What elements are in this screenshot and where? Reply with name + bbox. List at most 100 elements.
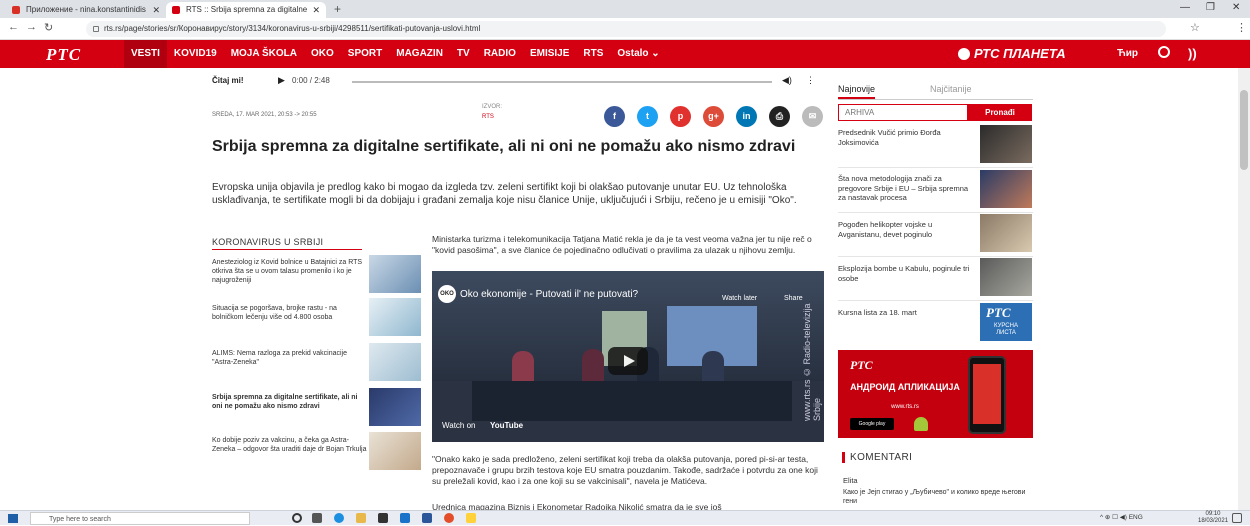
menu-item-rts[interactable]: RTS xyxy=(576,40,610,68)
menu-item-sport[interactable]: SPORT xyxy=(341,40,389,68)
youtube-video-embed[interactable]: OKO Oko ekonomije - Putovati il' ne puto… xyxy=(432,271,824,442)
windows-start-icon[interactable] xyxy=(8,514,18,523)
url-text: rts.rs/page/stories/sr/Коронавирус/story… xyxy=(104,24,481,33)
sidebar-news-item[interactable]: Pogođen helikopter vojske u Avganistanu,… xyxy=(838,220,976,239)
youtube-logo[interactable]: YouTube xyxy=(490,421,523,430)
google-play-badge[interactable]: Google play xyxy=(850,418,894,430)
android-app-ad[interactable]: РТС АНДРОИД АПЛИКАЦИЈА www.rts.rs Google… xyxy=(838,350,1033,438)
googleplus-share-icon[interactable]: g+ xyxy=(703,106,724,127)
menu-item-emisije[interactable]: EMISIJE xyxy=(523,40,576,68)
browser-tab-gmail[interactable]: Приложение - nina.konstantinidis ✕ xyxy=(6,2,166,18)
rts-planeta-link[interactable]: РТС ПЛАНЕТА xyxy=(958,46,1066,61)
volume-icon[interactable]: ◀) xyxy=(782,75,792,86)
cortana-icon[interactable] xyxy=(292,513,302,523)
mail-icon[interactable] xyxy=(400,513,410,523)
new-tab-icon[interactable]: + xyxy=(334,2,341,16)
channel-avatar[interactable]: OKO xyxy=(438,285,456,303)
watch-later-button[interactable]: Watch later xyxy=(722,295,757,302)
menu-item-magazin[interactable]: MAGAZIN xyxy=(389,40,450,68)
photos-icon[interactable] xyxy=(466,513,476,523)
system-tray[interactable]: ^ ⊕ ☐ ◀) ENG xyxy=(1100,513,1143,521)
site-header: РТС VESTI KOVID19 MOJA ŠKOLA OKO SPORT M… xyxy=(0,40,1250,68)
sidebar-news-thumbnail[interactable] xyxy=(980,258,1032,296)
tab-most-read[interactable]: Najčitanije xyxy=(930,84,972,94)
video-share-button[interactable]: Share xyxy=(784,295,803,302)
url-field[interactable]: rts.rs/page/stories/sr/Коронавирус/story… xyxy=(86,21,1166,37)
facebook-share-icon[interactable]: f xyxy=(604,106,625,127)
chrome-icon[interactable] xyxy=(444,513,454,523)
minimize-icon[interactable]: — xyxy=(1180,2,1190,13)
source-label: IZVOR: xyxy=(482,104,503,110)
menu-item-radio[interactable]: RADIO xyxy=(477,40,523,68)
notifications-icon[interactable] xyxy=(1232,513,1242,523)
related-thumbnail[interactable] xyxy=(369,343,421,381)
tab-latest[interactable]: Najnovije xyxy=(838,84,876,99)
related-item-current[interactable]: Srbija spremna za digitalne sertifikate,… xyxy=(212,393,367,411)
related-thumbnail[interactable] xyxy=(369,298,421,336)
sidebar-news-item[interactable]: Eksplozija bombe u Kabulu, poginule tri … xyxy=(838,264,976,283)
linkedin-share-icon[interactable]: in xyxy=(736,106,757,127)
menu-item-ostalo[interactable]: Ostalo ⌄ xyxy=(610,40,666,68)
print-icon[interactable]: ⎙ xyxy=(769,106,790,127)
restore-icon[interactable]: ❐ xyxy=(1206,2,1215,13)
reload-icon[interactable]: ↻ xyxy=(44,21,53,34)
sidebar-news-thumbnail[interactable] xyxy=(980,170,1032,208)
menu-item-vesti[interactable]: VESTI xyxy=(124,40,167,68)
taskbar-search[interactable]: Type here to search xyxy=(30,512,250,525)
video-title[interactable]: Oko ekonomije - Putovati il' ne putovati… xyxy=(460,289,638,300)
page-scrollbar[interactable] xyxy=(1238,68,1250,510)
rss-icon[interactable]: )) xyxy=(1188,46,1197,61)
archive-search-button[interactable]: Pronađi xyxy=(968,104,1032,121)
source-value: RTS xyxy=(482,114,494,120)
related-item[interactable]: ALIMS: Nema razloga za prekid vakcinacij… xyxy=(212,349,367,367)
script-switch-button[interactable]: Ћир xyxy=(1117,48,1138,59)
related-thumbnail[interactable] xyxy=(369,255,421,293)
back-icon[interactable]: ← xyxy=(8,21,19,33)
sidebar-news-item[interactable]: Kursna lista za 18. mart xyxy=(838,308,976,318)
play-icon[interactable]: ▶ xyxy=(278,75,285,86)
related-item[interactable]: Ko dobije poziv za vakcinu, a čeka ga As… xyxy=(212,436,367,454)
menu-item-kovid19[interactable]: KOVID19 xyxy=(167,40,224,68)
menu-item-tv[interactable]: TV xyxy=(450,40,477,68)
scrollbar-thumb[interactable] xyxy=(1240,90,1248,170)
related-thumbnail[interactable] xyxy=(369,388,421,426)
comment-article-link[interactable]: Како је Јејп стигао у „Љубичево" и колик… xyxy=(843,488,1033,506)
search-icon[interactable] xyxy=(1158,46,1170,58)
language-indicator[interactable]: ENG xyxy=(1129,514,1143,521)
kebab-menu-icon[interactable]: ⋮ xyxy=(1236,21,1247,34)
bookmark-star-icon[interactable]: ☆ xyxy=(1190,21,1200,34)
menu-item-moja-skola[interactable]: MOJA ŠKOLA xyxy=(224,40,304,68)
sidebar-news-thumbnail[interactable] xyxy=(980,214,1032,252)
close-window-icon[interactable]: ✕ xyxy=(1232,2,1240,13)
related-item[interactable]: Anesteziolog iz Kovid bolnice u Batajnic… xyxy=(212,258,367,285)
sidebar-tabs: Najnovije Najčitanije xyxy=(838,84,1033,100)
close-tab-icon[interactable]: ✕ xyxy=(312,2,320,18)
word-icon[interactable] xyxy=(422,513,432,523)
player-progress-track[interactable] xyxy=(352,81,772,83)
browser-tab-rts[interactable]: RTS :: Srbija spremna za digitalne ✕ xyxy=(166,2,326,18)
video-play-button[interactable] xyxy=(608,347,648,375)
sidebar-news-item[interactable]: Predsednik Vučić primio Đorđa Joksimović… xyxy=(838,128,976,147)
task-view-icon[interactable] xyxy=(312,513,322,523)
sidebar-news-thumbnail[interactable] xyxy=(980,125,1032,163)
sidebar-news-item[interactable]: Šta nova metodologija znači za pregovore… xyxy=(838,174,976,203)
sidebar-news-thumbnail[interactable]: РТС КУРСНА ЛИСТА xyxy=(980,303,1032,341)
player-more-icon[interactable]: ⋮ xyxy=(806,75,815,86)
file-explorer-icon[interactable] xyxy=(356,513,366,523)
menu-item-oko[interactable]: OKO xyxy=(304,40,341,68)
twitter-share-icon[interactable]: t xyxy=(637,106,658,127)
forward-icon[interactable]: → xyxy=(26,21,37,33)
related-thumbnail[interactable] xyxy=(369,432,421,470)
pinterest-share-icon[interactable]: p xyxy=(670,106,691,127)
archive-search-input[interactable] xyxy=(838,104,968,121)
taskbar-clock[interactable]: 09:10 18/03/2021 xyxy=(1198,511,1228,525)
rts-logo[interactable]: РТС xyxy=(46,45,81,65)
related-item[interactable]: Situacija se pogoršava, brojke rastu - n… xyxy=(212,304,367,322)
store-icon[interactable] xyxy=(378,513,388,523)
watch-on-label[interactable]: Watch on xyxy=(442,421,476,430)
close-tab-icon[interactable]: ✕ xyxy=(152,2,160,18)
email-share-icon[interactable]: ✉ xyxy=(802,106,823,127)
main-menu: VESTI KOVID19 MOJA ŠKOLA OKO SPORT MAGAZ… xyxy=(124,40,667,68)
sidebar-divider xyxy=(838,167,1033,168)
edge-icon[interactable] xyxy=(334,513,344,523)
